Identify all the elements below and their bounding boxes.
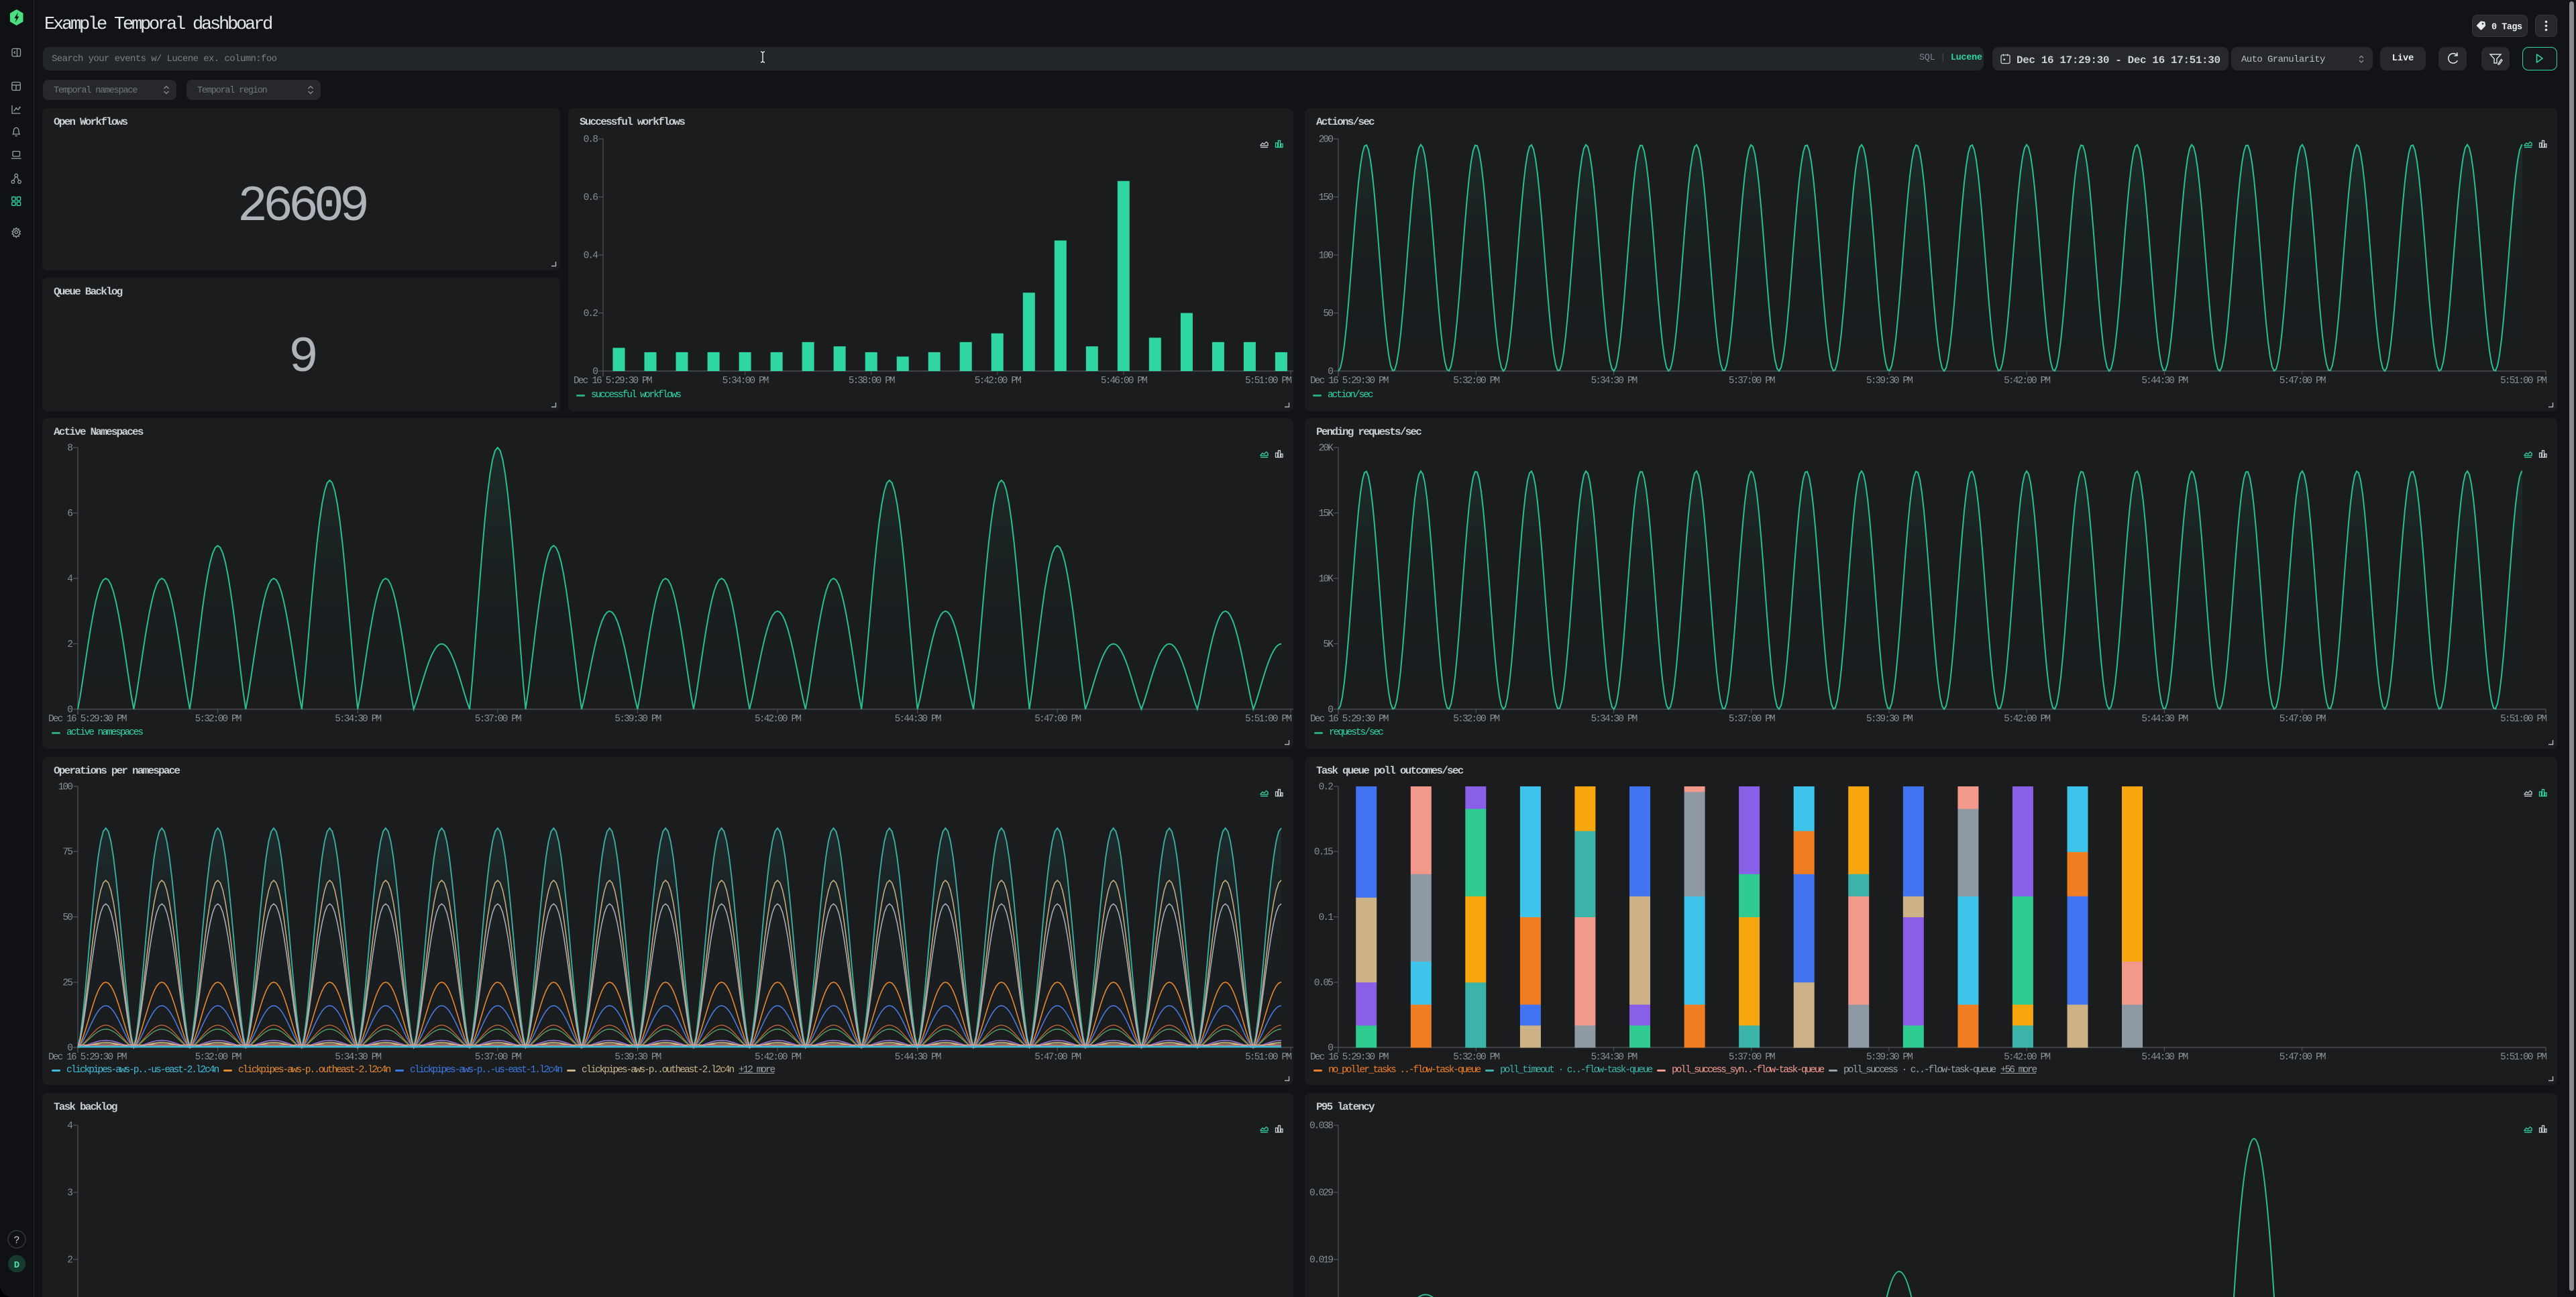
svg-text:Dec 16 5:29:30 PM: Dec 16 5:29:30 PM [48, 1052, 127, 1063]
svg-text:5:51:00 PM: 5:51:00 PM [1245, 376, 1291, 386]
svg-text:5:47:00 PM: 5:47:00 PM [2279, 1052, 2326, 1063]
svg-text:5:39:30 PM: 5:39:30 PM [1866, 376, 1913, 386]
svg-text:2: 2 [67, 639, 72, 650]
svg-text:5:42:00 PM: 5:42:00 PM [975, 376, 1021, 386]
svg-text:150: 150 [1319, 193, 1334, 203]
svg-text:5:42:00 PM: 5:42:00 PM [2004, 1052, 2050, 1063]
svg-text:0.038: 0.038 [1309, 1121, 1333, 1132]
svg-text:5:51:00 PM: 5:51:00 PM [2500, 1052, 2546, 1063]
svg-text:5:47:00 PM: 5:47:00 PM [1034, 714, 1081, 725]
svg-text:Dec 16 5:29:30 PM: Dec 16 5:29:30 PM [1310, 714, 1389, 725]
svg-text:0.15: 0.15 [1314, 847, 1333, 858]
svg-text:5:42:00 PM: 5:42:00 PM [2004, 376, 2050, 386]
svg-text:50: 50 [1323, 309, 1333, 319]
svg-text:100: 100 [58, 782, 73, 793]
svg-text:Dec 16 5:29:30 PM: Dec 16 5:29:30 PM [48, 714, 127, 725]
svg-text:5K: 5K [1323, 639, 1334, 650]
svg-text:Dec 16 5:29:30 PM: Dec 16 5:29:30 PM [1310, 1052, 1389, 1063]
svg-text:5:32:00 PM: 5:32:00 PM [1453, 376, 1499, 386]
svg-text:5:34:30 PM: 5:34:30 PM [1591, 376, 1637, 386]
svg-text:8: 8 [67, 444, 72, 454]
svg-text:5:47:00 PM: 5:47:00 PM [2279, 714, 2326, 725]
svg-text:6: 6 [67, 509, 72, 519]
svg-text:5:51:00 PM: 5:51:00 PM [2500, 376, 2546, 386]
svg-text:5:42:00 PM: 5:42:00 PM [755, 1052, 801, 1063]
svg-text:5:39:30 PM: 5:39:30 PM [1866, 714, 1913, 725]
svg-text:25: 25 [62, 978, 72, 989]
svg-text:5:34:30 PM: 5:34:30 PM [1591, 714, 1637, 725]
svg-text:5:34:30 PM: 5:34:30 PM [335, 1052, 381, 1063]
svg-text:5:42:00 PM: 5:42:00 PM [2004, 714, 2050, 725]
svg-text:5:32:00 PM: 5:32:00 PM [1453, 714, 1499, 725]
svg-text:5:32:00 PM: 5:32:00 PM [1453, 1052, 1499, 1063]
svg-text:5:34:30 PM: 5:34:30 PM [1591, 1052, 1637, 1063]
svg-text:5:37:00 PM: 5:37:00 PM [1729, 376, 1775, 386]
svg-text:D: D [14, 1260, 19, 1271]
svg-text:5:51:00 PM: 5:51:00 PM [1245, 1052, 1291, 1063]
svg-text:5:39:30 PM: 5:39:30 PM [1866, 1052, 1913, 1063]
svg-text:0.2: 0.2 [584, 309, 598, 319]
svg-text:3: 3 [67, 1188, 72, 1199]
svg-text:5:34:00 PM: 5:34:00 PM [722, 376, 769, 386]
svg-text:10K: 10K [1319, 574, 1334, 585]
svg-text:5:34:30 PM: 5:34:30 PM [335, 714, 381, 725]
svg-text:5:44:30 PM: 5:44:30 PM [2141, 376, 2188, 386]
svg-text:0.05: 0.05 [1314, 978, 1333, 989]
svg-text:5:46:00 PM: 5:46:00 PM [1101, 376, 1147, 386]
svg-text:5:32:00 PM: 5:32:00 PM [195, 714, 241, 725]
svg-text:20K: 20K [1319, 444, 1334, 454]
svg-text:100: 100 [1319, 251, 1334, 262]
svg-text:5:44:30 PM: 5:44:30 PM [2141, 1052, 2188, 1063]
svg-text:0.019: 0.019 [1309, 1255, 1333, 1266]
svg-text:0.1: 0.1 [1319, 913, 1334, 923]
svg-text:5:44:30 PM: 5:44:30 PM [895, 1052, 941, 1063]
svg-text:5:44:30 PM: 5:44:30 PM [2141, 714, 2188, 725]
svg-text:Dec 16 5:29:30 PM: Dec 16 5:29:30 PM [574, 376, 652, 386]
svg-text:5:37:00 PM: 5:37:00 PM [1729, 714, 1775, 725]
svg-text:15K: 15K [1319, 509, 1334, 519]
svg-text:2: 2 [67, 1255, 72, 1266]
svg-text:5:42:00 PM: 5:42:00 PM [755, 714, 801, 725]
svg-text:5:37:00 PM: 5:37:00 PM [1729, 1052, 1775, 1063]
svg-text:5:39:30 PM: 5:39:30 PM [614, 714, 661, 725]
svg-text:?: ? [13, 1235, 19, 1247]
svg-text:5:51:00 PM: 5:51:00 PM [1245, 714, 1291, 725]
svg-text:0.4: 0.4 [584, 251, 598, 262]
svg-text:5:37:00 PM: 5:37:00 PM [475, 1052, 521, 1063]
svg-text:5:47:00 PM: 5:47:00 PM [2279, 376, 2326, 386]
svg-text:0 Tags: 0 Tags [2491, 23, 2522, 33]
svg-text:5:39:30 PM: 5:39:30 PM [614, 1052, 661, 1063]
svg-text:5:37:00 PM: 5:37:00 PM [475, 714, 521, 725]
svg-text:0.029: 0.029 [1309, 1188, 1333, 1199]
svg-text:5:47:00 PM: 5:47:00 PM [1034, 1052, 1081, 1063]
svg-text:5:44:30 PM: 5:44:30 PM [895, 714, 941, 725]
svg-text:200: 200 [1319, 135, 1334, 146]
svg-text:5:51:00 PM: 5:51:00 PM [2500, 714, 2546, 725]
svg-text:5:38:00 PM: 5:38:00 PM [849, 376, 895, 386]
svg-text:5:32:00 PM: 5:32:00 PM [195, 1052, 241, 1063]
svg-text:4: 4 [67, 1121, 72, 1132]
svg-text:0.6: 0.6 [584, 193, 598, 203]
svg-text:Dec 16 5:29:30 PM: Dec 16 5:29:30 PM [1310, 376, 1389, 386]
svg-text:4: 4 [67, 574, 72, 585]
svg-text:75: 75 [62, 847, 72, 858]
svg-text:50: 50 [62, 913, 72, 923]
svg-text:0.2: 0.2 [1319, 782, 1334, 793]
svg-text:0.8: 0.8 [584, 135, 598, 146]
